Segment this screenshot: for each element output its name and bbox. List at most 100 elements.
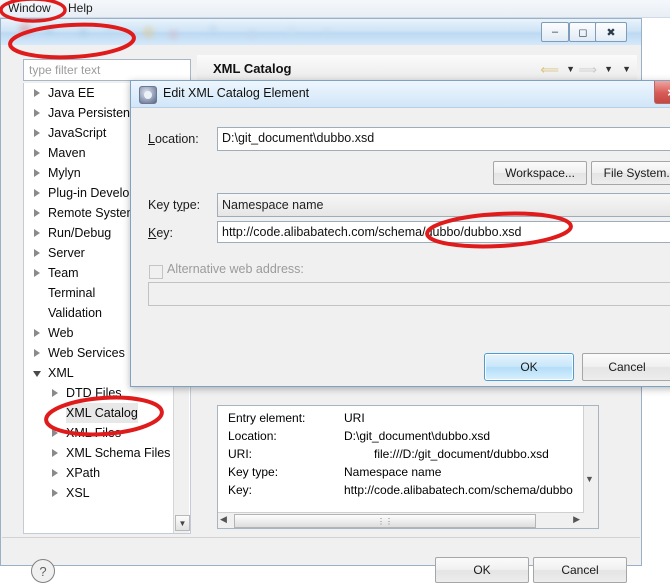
- forward-dropdown-icon[interactable]: ▼: [604, 64, 613, 74]
- chevron-right-icon[interactable]: [52, 449, 60, 457]
- details-value: file:///D:/git_document/dubbo.xsd: [374, 447, 549, 461]
- chevron-right-icon[interactable]: [34, 129, 42, 137]
- tree-item-xml-catalog[interactable]: XML Catalog: [24, 403, 190, 423]
- tree-item-label: Web: [48, 326, 74, 340]
- details-vertical-scrollbar[interactable]: ▼: [583, 406, 598, 528]
- workbench-background: Window Help Preferences – ◻ ✖: [0, 0, 670, 583]
- tree-item-xpath[interactable]: XPath: [24, 463, 190, 483]
- preferences-cancel-button[interactable]: Cancel: [533, 557, 627, 583]
- tree-item-label: Team: [48, 266, 79, 280]
- tree-item-label: XSL: [66, 486, 90, 500]
- minimize-icon: –: [551, 26, 559, 38]
- tree-item-label: Terminal: [48, 286, 96, 300]
- chevron-right-icon[interactable]: [34, 209, 42, 217]
- alternative-web-address-checkbox[interactable]: [149, 265, 163, 279]
- menu-bar: Window Help: [0, 0, 670, 18]
- dialog-close-button[interactable]: ×: [654, 81, 670, 104]
- details-horizontal-scrollbar[interactable]: ◀ ⋮⋮ ▶: [218, 512, 584, 528]
- page-header: XML Catalog ⟸ ▼ ⟹ ▼ ▼: [197, 55, 637, 82]
- chevron-right-icon[interactable]: [34, 109, 42, 117]
- chevron-down-icon[interactable]: [33, 369, 42, 377]
- dialog-ok-button[interactable]: OK: [484, 353, 574, 381]
- details-row: Entry element: URI: [222, 409, 582, 427]
- dialog-cancel-button[interactable]: Cancel: [582, 353, 670, 381]
- tree-item-label: Server: [48, 246, 85, 260]
- chevron-right-icon[interactable]: [34, 229, 42, 237]
- tree-scroll-down-icon[interactable]: ▼: [175, 515, 190, 531]
- tree-item-label: Remote Systems: [48, 206, 144, 220]
- details-key: Entry element:: [228, 411, 306, 425]
- tree-item-label: XPath: [66, 466, 101, 480]
- details-value: URI: [344, 411, 365, 425]
- scroll-right-icon[interactable]: ▶: [573, 514, 580, 525]
- back-dropdown-icon[interactable]: ▼: [566, 64, 575, 74]
- chevron-right-icon[interactable]: [34, 89, 42, 97]
- catalog-details-panel: Entry element: URI Location: D:\git_documen…: [217, 405, 599, 529]
- details-scroll-down-icon[interactable]: ▼: [585, 474, 594, 484]
- forward-arrow-icon[interactable]: ⟹: [578, 62, 597, 78]
- footer-separator: [2, 537, 640, 538]
- back-arrow-icon[interactable]: ⟸: [540, 62, 559, 78]
- workspace-button[interactable]: Workspace...: [493, 161, 587, 185]
- chevron-right-icon[interactable]: [34, 269, 42, 277]
- location-input[interactable]: D:\git_document\dubbo.xsd: [217, 127, 670, 151]
- tree-item-label: Java Persistence: [48, 106, 144, 120]
- key-label: Key:: [148, 226, 174, 240]
- dialog-icon: [139, 86, 157, 104]
- preferences-titlebar: – ◻ ✖: [1, 19, 641, 45]
- chevron-right-icon[interactable]: [52, 429, 60, 437]
- details-value: D:\git_document\dubbo.xsd: [344, 429, 491, 443]
- tree-item-label: DTD Files: [66, 386, 122, 400]
- details-rows: Entry element: URI Location: D:\git_documen…: [222, 409, 582, 499]
- chevron-right-icon[interactable]: [52, 489, 60, 497]
- tree-item-label: Java EE: [48, 86, 95, 100]
- key-type-label: Key type:: [148, 198, 201, 212]
- close-button[interactable]: ✖: [595, 22, 627, 42]
- key-input[interactable]: http://code.alibabatech.com/schema/dubbo…: [217, 221, 670, 243]
- filter-input[interactable]: type filter text: [23, 59, 191, 81]
- alternative-web-address-label: Alternative web address:: [167, 262, 304, 276]
- chevron-right-icon[interactable]: [34, 349, 42, 357]
- chevron-right-icon[interactable]: [34, 249, 42, 257]
- close-icon: ✖: [606, 26, 616, 39]
- tree-item-label: Validation: [48, 306, 102, 320]
- file-system-button[interactable]: File System...: [591, 161, 670, 185]
- tree-item-xml-schema-files[interactable]: XML Schema Files: [24, 443, 190, 463]
- dialog-title: Edit XML Catalog Element: [163, 86, 310, 100]
- alternative-web-address-input[interactable]: [148, 282, 670, 306]
- maximize-icon: ◻: [578, 26, 588, 39]
- tree-item-label: JavaScript: [48, 126, 107, 140]
- minimize-button[interactable]: –: [541, 22, 569, 42]
- dialog-titlebar: Edit XML Catalog Element ×: [131, 81, 670, 108]
- details-row: URI: file:///D:/git_document/dubbo.xsd: [222, 445, 582, 463]
- location-label: Location:: [148, 132, 199, 146]
- maximize-button[interactable]: ◻: [569, 22, 597, 42]
- scroll-left-icon[interactable]: ◀: [220, 514, 227, 525]
- tree-item-label: Maven: [48, 146, 86, 160]
- details-key: URI:: [228, 447, 252, 461]
- details-hscroll-thumb[interactable]: ⋮⋮: [234, 514, 536, 528]
- chevron-right-icon[interactable]: [34, 169, 42, 177]
- chevron-right-icon[interactable]: [52, 389, 60, 397]
- tree-item-label: XML Catalog: [66, 403, 138, 423]
- chevron-right-icon[interactable]: [34, 189, 42, 197]
- key-type-combo[interactable]: Namespace name: [217, 193, 670, 217]
- menu-window[interactable]: Window: [2, 1, 57, 16]
- tree-item-xml-files[interactable]: XML Files: [24, 423, 190, 443]
- preferences-ok-button[interactable]: OK: [435, 557, 529, 583]
- tree-item-label: Run/Debug: [48, 226, 112, 240]
- tree-item-label: XML Files: [66, 426, 122, 440]
- chevron-right-icon[interactable]: [34, 329, 42, 337]
- tree-item-label: XML Schema Files: [66, 446, 171, 460]
- details-key: Location:: [228, 429, 277, 443]
- edit-xml-catalog-element-dialog: Edit XML Catalog Element × Location: D:\…: [130, 80, 670, 387]
- tree-item-xsl[interactable]: XSL: [24, 483, 190, 503]
- details-row: Key: http://code.alibabatech.com/schema/d…: [222, 481, 582, 499]
- menu-help[interactable]: Help: [62, 1, 99, 16]
- view-menu-icon[interactable]: ▼: [622, 64, 631, 74]
- chevron-right-icon[interactable]: [52, 469, 60, 477]
- page-title: XML Catalog: [213, 61, 292, 76]
- chevron-right-icon[interactable]: [34, 149, 42, 157]
- tree-item-label: XML: [48, 366, 74, 380]
- help-question-icon[interactable]: ?: [31, 559, 55, 583]
